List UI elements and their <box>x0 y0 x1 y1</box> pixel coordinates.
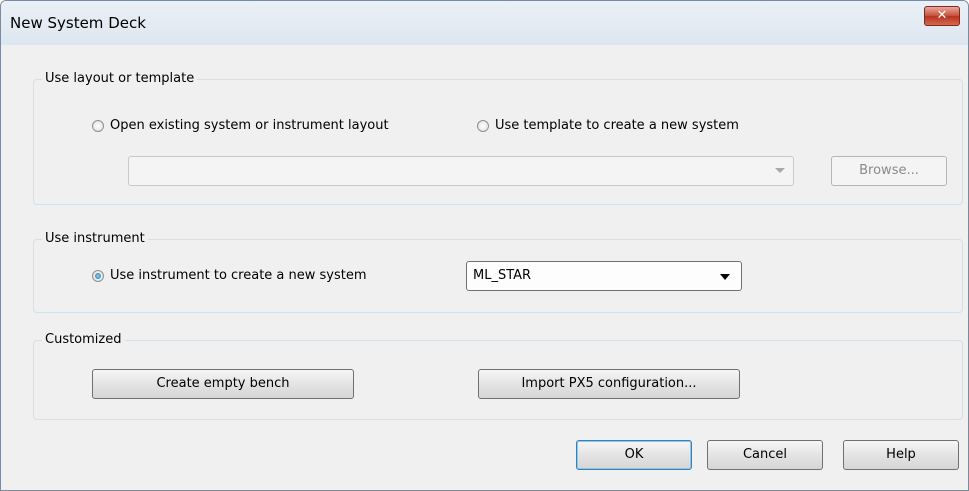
dialog-title: New System Deck <box>10 14 146 32</box>
layout-template-group: Use layout or template Open existing sys… <box>33 71 963 205</box>
use-instrument-label: Use instrument to create a new system <box>110 268 367 283</box>
radio-unchecked-icon <box>477 119 489 132</box>
customized-group: Customized Create empty bench Import PX5… <box>33 332 963 420</box>
use-template-radio[interactable]: Use template to create a new system <box>477 118 739 133</box>
radio-unchecked-icon <box>92 119 104 132</box>
import-px5-configuration-button[interactable]: Import PX5 configuration... <box>478 369 740 399</box>
close-button[interactable]: ✕ <box>924 6 960 26</box>
use-instrument-group-label: Use instrument <box>42 231 148 247</box>
chevron-down-icon <box>720 274 730 280</box>
use-instrument-radio[interactable]: Use instrument to create a new system <box>92 268 367 283</box>
ok-button[interactable]: OK <box>576 440 692 470</box>
chevron-down-icon <box>775 168 785 173</box>
instrument-select-value: ML_STAR <box>473 268 532 283</box>
help-button[interactable]: Help <box>843 440 959 470</box>
layout-template-group-label: Use layout or template <box>42 71 198 87</box>
new-system-deck-dialog: New System Deck ✕ Use layout or template… <box>0 0 969 491</box>
dialog-body: Use layout or template Open existing sys… <box>5 45 964 486</box>
cancel-button[interactable]: Cancel <box>707 440 823 470</box>
layout-template-combo[interactable] <box>128 156 794 186</box>
close-icon: ✕ <box>936 8 948 23</box>
use-instrument-group: Use instrument Use instrument to create … <box>33 231 963 313</box>
open-existing-layout-radio[interactable]: Open existing system or instrument layou… <box>92 118 389 133</box>
open-existing-layout-label: Open existing system or instrument layou… <box>110 118 389 133</box>
customized-group-label: Customized <box>42 332 125 348</box>
title-bar[interactable]: New System Deck ✕ <box>1 1 968 45</box>
browse-button[interactable]: Browse... <box>831 156 947 186</box>
use-template-label: Use template to create a new system <box>495 118 739 133</box>
radio-checked-icon <box>92 269 104 282</box>
create-empty-bench-button[interactable]: Create empty bench <box>92 369 354 399</box>
instrument-select[interactable]: ML_STAR <box>466 261 742 291</box>
